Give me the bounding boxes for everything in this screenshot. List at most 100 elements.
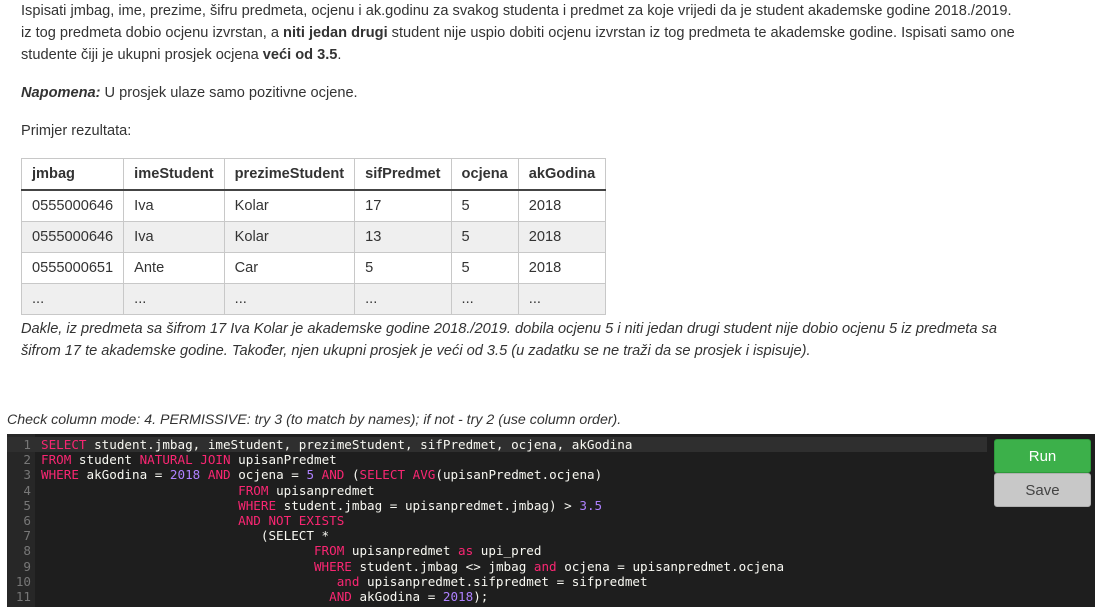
- code-line[interactable]: 10 and upisanpredmet.sifpredmet = sifpre…: [7, 574, 987, 589]
- code-line[interactable]: 11 AND akGodina = 2018);: [7, 589, 987, 604]
- code-token: student.jmbag <> jmbag: [351, 558, 534, 574]
- table-header-row: jmbag imeStudent prezimeStudent sifPredmet o…: [20, 158, 607, 191]
- explanation-line-1: Dakle, iz predmeta sa šifrom 17 Iva Kola…: [21, 321, 997, 337]
- table-cell: 2018: [517, 252, 607, 284]
- column-header: ocjena: [450, 158, 519, 191]
- sql-code-editor[interactable]: 1 SELECT student.jmbag, imeStudent, prezi…: [7, 434, 1095, 607]
- column-header: imeStudent: [123, 158, 225, 191]
- code-token: student.jmbag = upisanpredmet.jmbag) >: [276, 497, 580, 513]
- code-token: SELECT: [41, 437, 87, 452]
- task-line-1: Ispisati jmbag, ime, prezime, šifru pred…: [21, 3, 1012, 19]
- line-number: 5: [23, 497, 31, 513]
- code-token: SELECT: [359, 467, 406, 483]
- task-line-2: iz tog predmeta dobio ocjenu izvrstan, a…: [21, 22, 1086, 44]
- line-number: 10: [15, 573, 31, 589]
- table-cell: Car: [223, 252, 356, 284]
- line-number: 1: [23, 437, 31, 452]
- code-token: student: [71, 452, 140, 468]
- table-cell: Iva: [123, 221, 225, 253]
- table-cell: Kolar: [223, 189, 356, 222]
- code-token: NATURAL JOIN: [139, 452, 231, 468]
- task-line-2-text-end: student nije uspio dobiti ocjenu izvrsta…: [387, 25, 1015, 41]
- example-result-table: jmbag imeStudent prezimeStudent sifPredmet o…: [20, 158, 607, 315]
- table-cell: 13: [354, 221, 452, 253]
- table-cell: 5: [450, 252, 519, 284]
- table-cell: ...: [354, 283, 452, 315]
- code-line[interactable]: 4 FROM upisanpredmet: [7, 483, 987, 498]
- line-number: 7: [23, 528, 31, 544]
- code-token: ocjena = upisanpredmet.ocjena: [556, 558, 785, 574]
- code-token: WHERE: [313, 558, 352, 574]
- table-cell: Ante: [123, 252, 225, 284]
- code-token: student.jmbag, imeStudent, prezimeStuden…: [86, 437, 633, 452]
- table-cell: Kolar: [223, 221, 356, 253]
- code-token: );: [473, 589, 489, 604]
- task-description: Ispisati jmbag, ime, prezime, šifru pred…: [21, 0, 1086, 66]
- code-token: AND: [329, 589, 352, 604]
- example-label: Primjer rezultata:: [21, 123, 132, 139]
- line-number: 4: [23, 482, 31, 498]
- code-token: 3.5: [579, 497, 603, 513]
- table-cell: ...: [223, 283, 356, 315]
- code-line[interactable]: 6 AND NOT EXISTS: [7, 513, 987, 528]
- table-row: 0555000646 Iva Kolar 17 5 2018: [20, 189, 607, 222]
- table-cell: Iva: [123, 189, 225, 222]
- code-line[interactable]: 2 FROM student NATURAL JOIN upisanPredmet: [7, 452, 987, 467]
- code-token: AND: [321, 467, 345, 483]
- code-token: upisanpredmet.sifpredmet = sifpredmet: [359, 573, 648, 589]
- code-token: upisanpredmet: [344, 543, 459, 559]
- code-line[interactable]: 8 FROM upisanpredmet as upi_pred: [7, 543, 987, 558]
- code-token: (SELECT *: [41, 528, 330, 544]
- column-header: sifPredmet: [354, 158, 452, 191]
- code-token: FROM: [238, 482, 269, 498]
- column-header: akGodina: [517, 158, 607, 191]
- note-text: U prosjek ulaze samo pozitivne ocjene.: [100, 85, 358, 101]
- line-number: 11: [15, 589, 31, 604]
- save-button[interactable]: Save: [994, 473, 1091, 507]
- task-line-2-text: iz tog predmeta dobio ocjenu izvrstan, a: [21, 25, 284, 41]
- code-token: (upisanPredmet.ocjena): [435, 467, 603, 483]
- table-cell: 5: [354, 252, 452, 284]
- code-token: 2018: [442, 589, 474, 604]
- task-line-3-text: studente čiji je ukupni prosjek ocjena: [21, 47, 263, 63]
- code-token: WHERE: [238, 497, 277, 513]
- table-row: 0555000651 Ante Car 5 5 2018: [20, 252, 607, 284]
- table-cell: 5: [450, 189, 519, 222]
- run-button[interactable]: Run: [994, 439, 1091, 473]
- task-line-3: studente čiji je ukupni prosjek ocjena v…: [21, 44, 1086, 66]
- code-line[interactable]: 3 WHERE akGodina = 2018 AND ocjena = 5 AN…: [7, 467, 987, 482]
- table-row: ..................: [20, 283, 607, 315]
- code-token: upisanPredmet: [230, 452, 337, 468]
- task-line-3-text-end: .: [337, 47, 342, 63]
- code-token: akGodina =: [78, 467, 170, 483]
- table-cell: 0555000651: [20, 252, 125, 284]
- line-number: 6: [23, 513, 31, 528]
- code-token: and: [533, 558, 557, 574]
- explanation: Dakle, iz predmeta sa šifrom 17 Iva Kola…: [21, 318, 1086, 362]
- code-line[interactable]: 5 WHERE student.jmbag = upisanpredmet.jm…: [7, 498, 987, 513]
- code-token: and: [336, 573, 360, 589]
- line-number: 8: [23, 543, 31, 559]
- column-header: prezimeStudent: [223, 158, 356, 191]
- code-token: (: [344, 467, 360, 483]
- table-cell: ...: [517, 283, 607, 315]
- code-token: AND NOT EXISTS: [238, 513, 345, 528]
- check-column-mode: Check column mode: 4. PERMISSIVE: try 3 …: [7, 412, 622, 428]
- code-token: upi_pred: [473, 543, 542, 559]
- code-line[interactable]: 9 WHERE student.jmbag <> jmbag and ocjen…: [7, 559, 987, 574]
- code-token: as: [458, 543, 474, 559]
- code-token: upisanpredmet: [268, 482, 375, 498]
- code-line[interactable]: 7 (SELECT *: [7, 528, 987, 543]
- line-number: 9: [23, 558, 31, 574]
- code-token: WHERE: [41, 467, 79, 483]
- note-label: Napomena:: [21, 85, 101, 101]
- code-line[interactable]: 1 SELECT student.jmbag, imeStudent, prezi…: [7, 437, 987, 453]
